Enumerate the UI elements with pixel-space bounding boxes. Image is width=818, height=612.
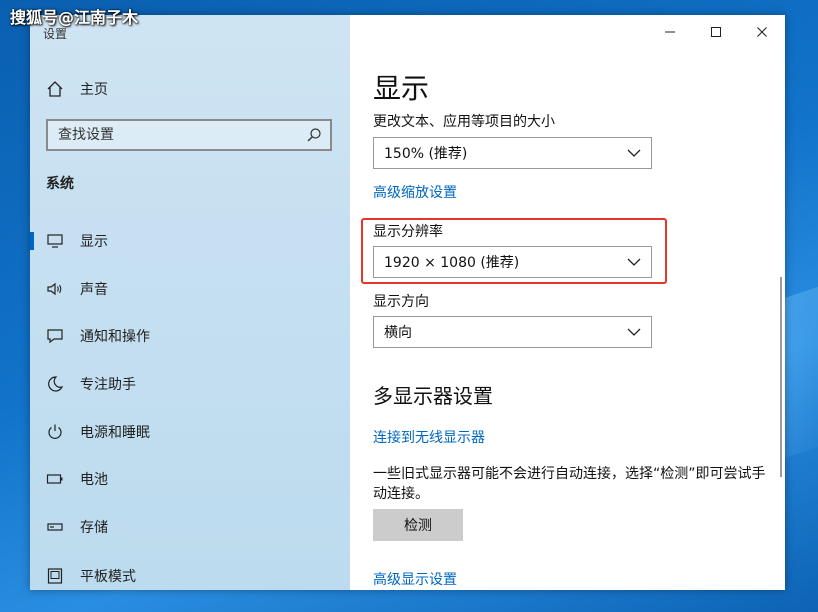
sidebar-item-focus-assist[interactable]: 专注助手 xyxy=(30,366,350,402)
multi-display-description: 一些旧式显示器可能不会进行自动连接，选择“检测”即可尝试手动连接。 xyxy=(373,466,766,502)
search-input[interactable] xyxy=(48,121,306,149)
orientation-value: 横向 xyxy=(384,325,412,341)
sidebar-item-display[interactable]: 显示 xyxy=(30,223,350,259)
notification-icon xyxy=(47,329,63,344)
chevron-down-icon xyxy=(627,149,641,157)
moon-icon xyxy=(48,376,64,392)
chevron-down-icon xyxy=(627,328,641,336)
sidebar-item-label: 通知和操作 xyxy=(80,329,150,345)
sidebar-item-label: 声音 xyxy=(80,282,108,298)
wireless-display-link[interactable]: 连接到无线显示器 xyxy=(373,427,485,447)
scale-label: 更改文本、应用等项目的大小 xyxy=(373,114,555,130)
orientation-dropdown[interactable]: 横向 xyxy=(373,316,652,348)
home-icon xyxy=(47,81,63,97)
sidebar-home[interactable]: 主页 xyxy=(46,77,108,101)
sidebar-item-tablet-mode[interactable]: 平板模式 xyxy=(30,558,350,590)
maximize-icon xyxy=(711,27,721,37)
sidebar-item-notifications[interactable]: 通知和操作 xyxy=(30,318,350,354)
close-icon xyxy=(757,27,767,37)
sidebar-item-power-sleep[interactable]: 电源和睡眠 xyxy=(30,414,350,450)
close-button[interactable] xyxy=(739,15,785,49)
sidebar-item-label: 电池 xyxy=(80,472,108,488)
monitor-icon xyxy=(47,234,63,248)
sidebar-item-label: 平板模式 xyxy=(80,569,136,585)
detect-button[interactable]: 检测 xyxy=(373,509,463,541)
scale-value: 150% (推荐) xyxy=(384,146,468,162)
page-title: 显示 xyxy=(373,72,430,105)
sidebar-item-label: 显示 xyxy=(80,234,108,250)
sidebar-item-sound[interactable]: 声音 xyxy=(30,271,350,307)
minimize-icon xyxy=(665,31,675,33)
multi-display-title: 多显示器设置 xyxy=(373,384,493,408)
battery-icon xyxy=(46,474,63,484)
sidebar-home-label: 主页 xyxy=(80,82,108,98)
scale-dropdown[interactable]: 150% (推荐) xyxy=(373,137,652,169)
sidebar-item-battery[interactable]: 电池 xyxy=(30,461,350,497)
chevron-down-icon xyxy=(627,258,641,266)
sidebar: 设置 主页 系统 显示 xyxy=(30,15,350,590)
search-box[interactable] xyxy=(46,119,332,151)
orientation-label: 显示方向 xyxy=(373,294,429,310)
window-controls xyxy=(647,15,785,49)
watermark: 搜狐号@江南子木 xyxy=(10,8,139,27)
power-icon xyxy=(48,424,62,439)
search-icon xyxy=(307,128,321,142)
sidebar-item-label: 专注助手 xyxy=(80,377,136,393)
advanced-scaling-link[interactable]: 高级缩放设置 xyxy=(373,182,457,202)
minimize-button[interactable] xyxy=(647,15,693,49)
sidebar-item-storage[interactable]: 存储 xyxy=(30,509,350,545)
advanced-display-link[interactable]: 高级显示设置 xyxy=(373,569,457,589)
resolution-dropdown[interactable]: 1920 × 1080 (推荐) xyxy=(373,246,652,278)
tablet-icon xyxy=(47,568,63,584)
maximize-button[interactable] xyxy=(693,15,739,49)
sidebar-item-label: 存储 xyxy=(80,520,108,536)
sidebar-section-heading: 系统 xyxy=(46,176,74,192)
resolution-label: 显示分辨率 xyxy=(373,224,443,240)
storage-icon xyxy=(47,523,63,531)
resolution-value: 1920 × 1080 (推荐) xyxy=(384,255,520,271)
active-indicator xyxy=(30,232,34,250)
sidebar-item-label: 电源和睡眠 xyxy=(80,425,150,441)
scrollbar[interactable] xyxy=(780,277,782,477)
speaker-icon xyxy=(47,282,62,296)
settings-window: 设置 主页 系统 显示 xyxy=(30,15,785,590)
main-content: 显示 更改文本、应用等项目的大小 150% (推荐) 高级缩放设置 显示分辨率 … xyxy=(350,15,785,590)
